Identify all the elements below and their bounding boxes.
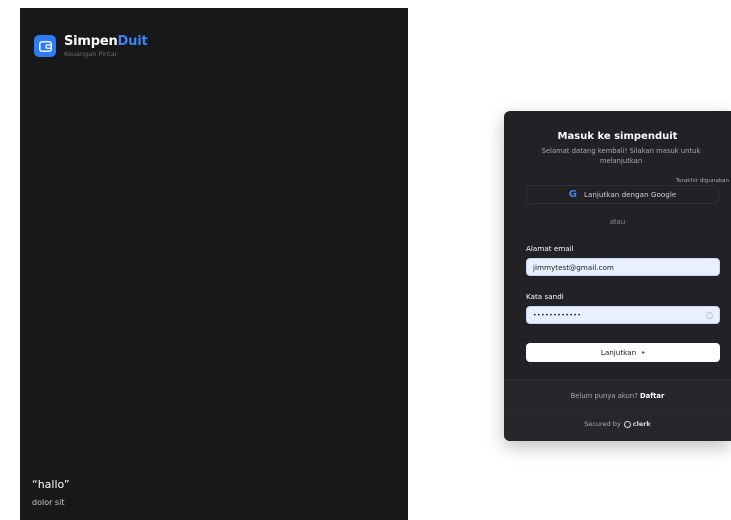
divider-text: atau — [609, 218, 626, 226]
testimonial-quote: “hallo” dolor sit — [32, 478, 70, 507]
footer-divider — [504, 410, 731, 411]
google-signin-group: G Lanjutkan dengan Google Terakhir digun… — [526, 178, 731, 205]
last-used-badge: Terakhir digunakan — [673, 178, 731, 184]
email-label: Alamat email — [526, 244, 574, 253]
quote-author: dolor sit — [32, 498, 65, 507]
password-value: •••••••••••• — [533, 311, 582, 319]
signup-prompt: Belum punya akun? Daftar — [504, 392, 731, 400]
no-account-text: Belum punya akun? — [570, 392, 638, 400]
arrow-right-icon: ▸ — [642, 349, 646, 356]
clerk-logo[interactable]: clerk — [623, 420, 651, 428]
brand-tagline: Keuangan Pintar — [64, 50, 118, 58]
clerk-icon — [623, 420, 631, 428]
continue-button[interactable]: Lanjutkan ▸ — [526, 343, 720, 362]
show-password-icon[interactable] — [706, 312, 713, 319]
clerk-wordmark: clerk — [632, 420, 651, 428]
brand-name: SimpenDuit — [64, 34, 148, 49]
google-icon: G — [568, 189, 577, 200]
quote-text: “hallo” — [32, 478, 70, 491]
secured-by: Secured by clerk — [504, 420, 731, 428]
password-label: Kata sandi — [526, 292, 564, 301]
signin-footer: Belum punya akun? Daftar Secured by cler… — [504, 379, 731, 441]
signin-card: Masuk ke simpenduit Selamat datang kemba… — [504, 111, 731, 441]
google-button-label: Lanjutkan dengan Google — [583, 190, 677, 199]
secured-by-text: Secured by — [584, 420, 621, 428]
signup-link[interactable]: Daftar — [640, 392, 664, 400]
signin-subtitle: Selamat datang kembali! Silakan masuk un… — [541, 147, 701, 165]
email-field[interactable]: jimmytest@gmail.com — [526, 258, 720, 276]
signin-title: Masuk ke simpenduit — [557, 131, 678, 142]
brand-panel: SimpenDuit Keuangan Pintar “hallo” dolor… — [20, 8, 408, 520]
password-field[interactable]: •••••••••••• — [526, 306, 720, 324]
google-signin-button[interactable]: G Lanjutkan dengan Google — [526, 185, 719, 204]
brand-logo[interactable]: SimpenDuit Keuangan Pintar — [34, 34, 148, 58]
wallet-icon — [34, 35, 56, 58]
continue-label: Lanjutkan — [600, 348, 637, 357]
